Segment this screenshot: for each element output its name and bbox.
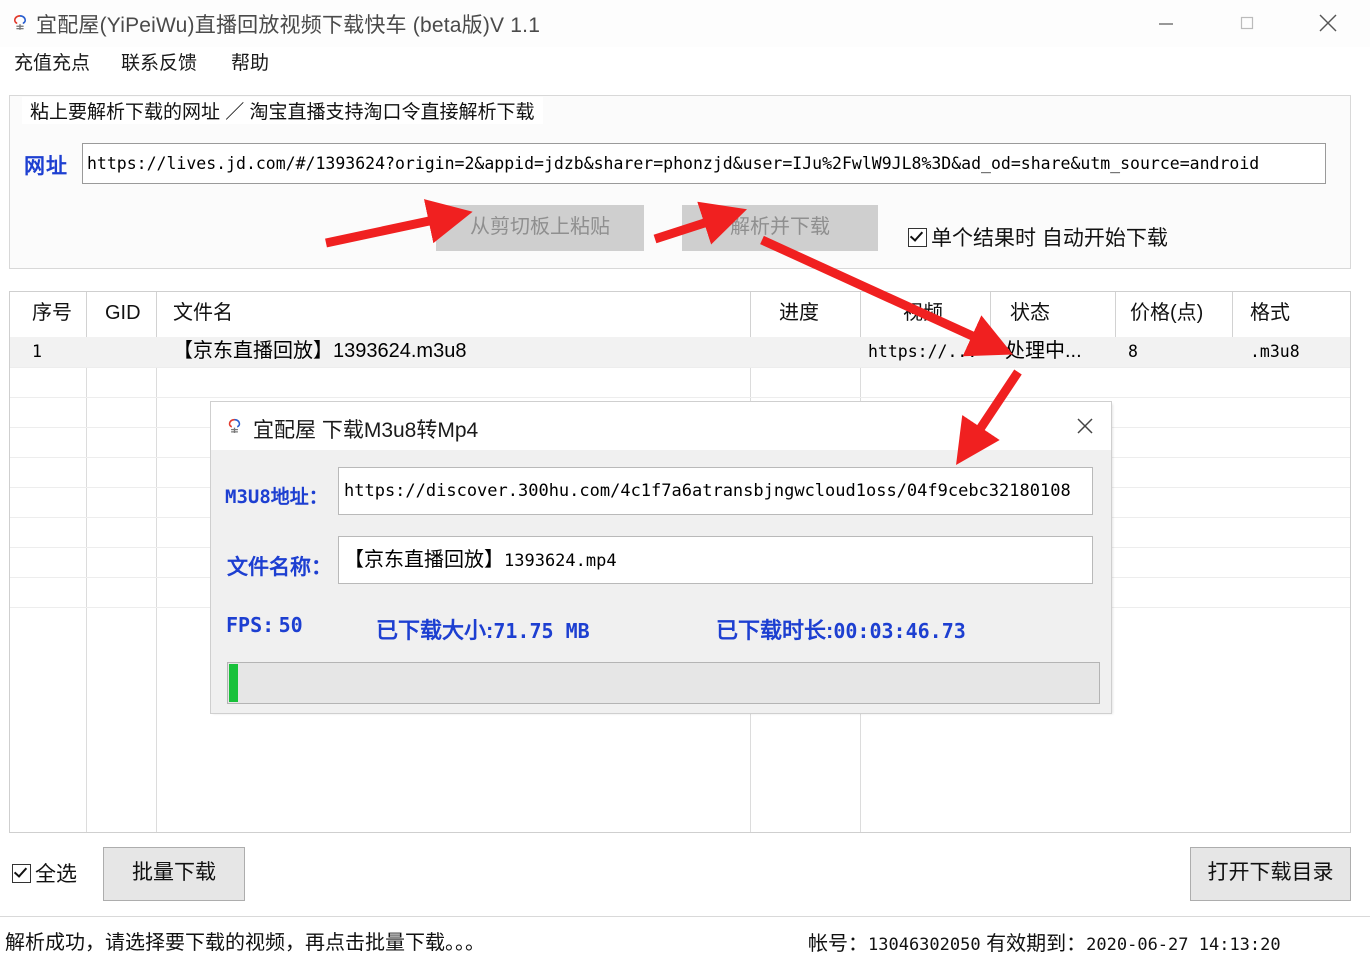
downloaded-size-label: 已下载大小: bbox=[376, 618, 494, 643]
grid-line-vertical bbox=[156, 367, 157, 832]
cell-index: 1 bbox=[32, 342, 42, 361]
cell-video: https://... bbox=[868, 342, 978, 361]
menu-bar: 充值充点 联系反馈 帮助 bbox=[0, 47, 1370, 82]
auto-start-download-checkbox[interactable]: 单个结果时 自动开始下载 bbox=[908, 222, 1168, 252]
m3u8-url-label: M3U8地址： bbox=[225, 486, 328, 508]
column-header-filename[interactable]: 文件名 bbox=[173, 292, 233, 337]
column-divider bbox=[1115, 292, 1116, 337]
cell-format: .m3u8 bbox=[1250, 342, 1300, 361]
cell-price: 8 bbox=[1128, 342, 1138, 361]
url-input[interactable]: https://lives.jd.com/#/1393624?origin=2&… bbox=[82, 143, 1326, 184]
dialog-body: M3U8地址： https://discover.300hu.com/4c1f7… bbox=[211, 450, 1111, 713]
checkbox-box-icon bbox=[12, 864, 31, 883]
paste-from-clipboard-button[interactable]: 从剪切板上粘贴 bbox=[436, 205, 644, 251]
cell-status: 处理中... bbox=[1005, 340, 1082, 362]
select-all-checkbox[interactable]: 全选 bbox=[12, 858, 77, 888]
url-group-legend: 粘上要解析下载的网址 ／ 淘宝直播支持淘口令直接解析下载 bbox=[22, 97, 543, 124]
grid-line-horizontal bbox=[10, 397, 1350, 398]
minimize-button[interactable] bbox=[1136, 0, 1196, 46]
column-header-format[interactable]: 格式 bbox=[1250, 292, 1290, 337]
column-divider bbox=[750, 292, 751, 337]
window-title: 宜配屋(YiPeiWu)直播回放视频下载快车 (beta版)V 1.1 bbox=[36, 14, 541, 37]
auto-start-download-label: 单个结果时 自动开始下载 bbox=[931, 227, 1168, 250]
downloaded-size-value: 71.75 MB bbox=[493, 619, 590, 643]
m3u8-download-dialog: 宜配屋 下载M3u8转Mp4 M3U8地址： https://discover.… bbox=[210, 401, 1112, 714]
filename-value: 1393624.mp4 bbox=[504, 551, 617, 571]
open-download-directory-button[interactable]: 打开下载目录 bbox=[1190, 847, 1351, 901]
menu-item-recharge[interactable]: 充值充点 bbox=[8, 47, 96, 82]
account-value: 13046302050 bbox=[868, 935, 981, 955]
filename-prefix: 【京东直播回放】 bbox=[344, 549, 504, 571]
column-divider bbox=[1232, 292, 1233, 337]
column-header-price[interactable]: 价格(点) bbox=[1130, 292, 1203, 337]
table-header-row: 序号 GID 文件名 进度 视频 状态 价格(点) 格式 bbox=[10, 292, 1350, 338]
cell-filename: 【京东直播回放】1393624.m3u8 bbox=[173, 340, 467, 362]
column-divider bbox=[156, 292, 157, 337]
dialog-title: 宜配屋 下载M3u8转Mp4 bbox=[253, 419, 479, 442]
app-logo-icon bbox=[10, 13, 30, 33]
filename-input[interactable]: 【京东直播回放】1393624.mp4 bbox=[338, 536, 1093, 584]
download-progress-fill bbox=[229, 664, 238, 702]
downloaded-duration-value: 00:03:46.73 bbox=[833, 619, 966, 643]
checkbox-box-icon bbox=[908, 228, 927, 247]
maximize-button[interactable] bbox=[1217, 0, 1277, 46]
close-button[interactable] bbox=[1298, 0, 1358, 46]
title-bar: 宜配屋(YiPeiWu)直播回放视频下载快车 (beta版)V 1.1 bbox=[0, 0, 1370, 48]
expiry-value: 2020-06-27 14:13:20 bbox=[1086, 935, 1281, 955]
column-divider bbox=[860, 292, 861, 337]
filename-label: 文件名称： bbox=[227, 556, 332, 579]
account-info: 帐号：13046302050 有效期到：2020-06-27 14:13:20 bbox=[808, 927, 1281, 956]
url-field-label: 网址 bbox=[24, 155, 68, 178]
application-window: 宜配屋(YiPeiWu)直播回放视频下载快车 (beta版)V 1.1 充值充点… bbox=[0, 0, 1370, 958]
dialog-title-bar: 宜配屋 下载M3u8转Mp4 bbox=[211, 402, 1111, 451]
select-all-label: 全选 bbox=[35, 863, 77, 886]
grid-line-vertical bbox=[86, 367, 87, 832]
column-header-index[interactable]: 序号 bbox=[32, 292, 72, 337]
table-row[interactable]: 1 【京东直播回放】1393624.m3u8 https://... 处理中..… bbox=[10, 337, 1350, 367]
expiry-label: 有效期到： bbox=[986, 933, 1087, 955]
downloaded-size-stat: 已下载大小:71.75 MB bbox=[376, 613, 590, 645]
downloaded-duration-label: 已下载时长: bbox=[716, 618, 834, 643]
grid-line-horizontal bbox=[10, 367, 1350, 368]
status-message: 解析成功，请选择要下载的视频，再点击批量下载。。。 bbox=[5, 932, 485, 954]
status-bar: 解析成功，请选择要下载的视频，再点击批量下载。。。 帐号：13046302050… bbox=[0, 916, 1370, 958]
parse-and-download-button[interactable]: 解析并下载 bbox=[682, 205, 878, 251]
column-divider bbox=[990, 292, 991, 337]
account-label: 帐号： bbox=[808, 933, 868, 955]
app-logo-icon bbox=[225, 417, 244, 436]
column-header-video[interactable]: 视频 bbox=[903, 292, 943, 337]
menu-item-feedback[interactable]: 联系反馈 bbox=[115, 47, 203, 82]
batch-download-button[interactable]: 批量下载 bbox=[103, 847, 245, 901]
m3u8-url-input[interactable]: https://discover.300hu.com/4c1f7a6atrans… bbox=[338, 467, 1093, 515]
column-header-status[interactable]: 状态 bbox=[1010, 292, 1050, 337]
download-progress-bar bbox=[227, 662, 1100, 704]
downloaded-duration-stat: 已下载时长:00:03:46.73 bbox=[716, 613, 966, 645]
menu-item-help[interactable]: 帮助 bbox=[225, 47, 275, 82]
column-header-gid[interactable]: GID bbox=[105, 292, 141, 337]
column-header-progress[interactable]: 进度 bbox=[779, 292, 819, 337]
fps-label: FPS: bbox=[226, 613, 275, 637]
fps-value: 50 bbox=[278, 613, 303, 637]
fps-stat: FPS: 50 bbox=[226, 613, 303, 637]
column-divider bbox=[86, 292, 87, 337]
dialog-close-icon[interactable] bbox=[1059, 402, 1111, 449]
